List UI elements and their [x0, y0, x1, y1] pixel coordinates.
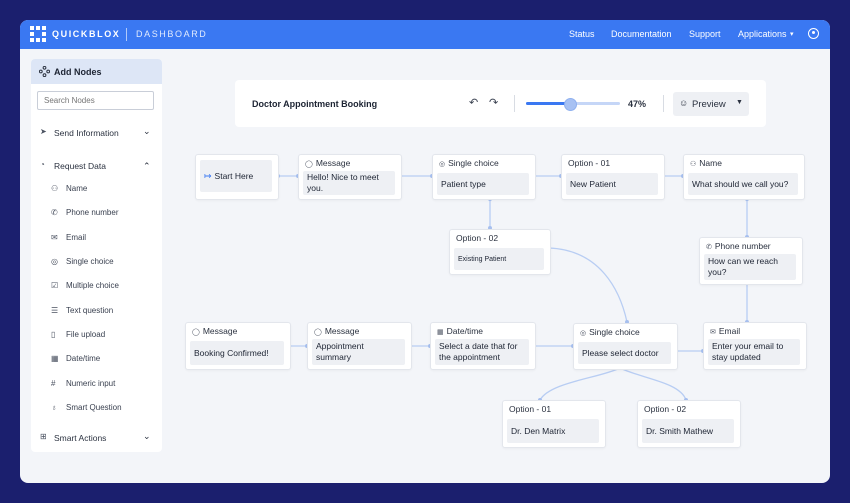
node-header: Option - 01 [568, 158, 611, 168]
node-header: Option - 02 [456, 233, 499, 243]
node-header: Email [718, 326, 741, 336]
node-message-confirmed[interactable]: ◯ Message Booking Confirmed! [185, 322, 291, 370]
person-icon: ⚇ [690, 161, 697, 168]
radio-icon: ◎ [439, 161, 446, 168]
node-start[interactable]: ↦ Start Here [195, 154, 279, 200]
node-phone-number[interactable]: ✆ Phone number How can we reach you? [699, 237, 803, 285]
node-start-body: ↦ Start Here [200, 160, 272, 192]
node-body: Patient type [437, 173, 529, 195]
node-message-greeting[interactable]: ◯ Message Hello! Nice to meet you. [298, 154, 402, 200]
node-body: Please select doctor [578, 342, 671, 364]
start-arrow-icon: ↦ [204, 170, 212, 181]
node-message-summary[interactable]: ◯ Message Appointment summary [307, 322, 412, 370]
node-option-doctor-smith[interactable]: Option - 02 Dr. Smith Mathew [637, 400, 741, 448]
node-header: Message [315, 158, 351, 168]
node-email[interactable]: ✉ Email Enter your email to stay updated [703, 322, 807, 370]
node-body: Appointment summary [312, 339, 405, 365]
node-header: Message [324, 326, 360, 336]
node-body: Select a date that for the appointment [435, 339, 529, 365]
wire-doctor-option02 [619, 367, 687, 401]
wire-doctor-option01 [539, 367, 621, 401]
node-body: How can we reach you? [704, 254, 796, 280]
node-body: Enter your email to stay updated [708, 339, 800, 365]
message-icon: ◯ [305, 161, 313, 168]
node-name[interactable]: ⚇ Name What should we call you? [683, 154, 805, 200]
wire-option02-doctor [548, 247, 628, 323]
node-date-time[interactable]: ▦ Date/time Select a date that for the ap… [430, 322, 536, 370]
radio-icon: ◎ [580, 330, 587, 337]
message-icon: ◯ [192, 329, 200, 336]
node-option-new-patient[interactable]: Option - 01 New Patient [561, 154, 665, 200]
message-icon: ◯ [314, 329, 322, 336]
node-body: New Patient [566, 173, 658, 195]
node-header: Message [202, 326, 238, 336]
node-body: Existing Patient [454, 248, 544, 270]
email-icon: ✉ [710, 329, 716, 336]
node-single-choice-patient[interactable]: ◎ Single choice Patient type [432, 154, 536, 200]
phone-icon: ✆ [706, 244, 712, 251]
node-header: Option - 01 [509, 404, 552, 414]
node-body: Booking Confirmed! [190, 341, 284, 365]
node-body: Hello! Nice to meet you. [303, 171, 395, 195]
node-option-doctor-den[interactable]: Option - 01 Dr. Den Matrix [502, 400, 606, 448]
node-header: Single choice [589, 327, 640, 337]
node-start-label: Start Here [214, 170, 254, 181]
node-header: Phone number [714, 241, 771, 251]
node-header: Date/time [446, 326, 483, 336]
node-option-existing-patient[interactable]: Option - 02 Existing Patient [449, 229, 551, 275]
node-body: What should we call you? [688, 173, 798, 195]
node-header: Option - 02 [644, 404, 687, 414]
node-body: Dr. Smith Mathew [642, 419, 734, 443]
calendar-icon: ▦ [437, 329, 444, 336]
node-header: Name [699, 158, 722, 168]
node-body: Dr. Den Matrix [507, 419, 599, 443]
node-header: Single choice [448, 158, 499, 168]
node-single-choice-doctor[interactable]: ◎ Single choice Please select doctor [573, 323, 678, 370]
